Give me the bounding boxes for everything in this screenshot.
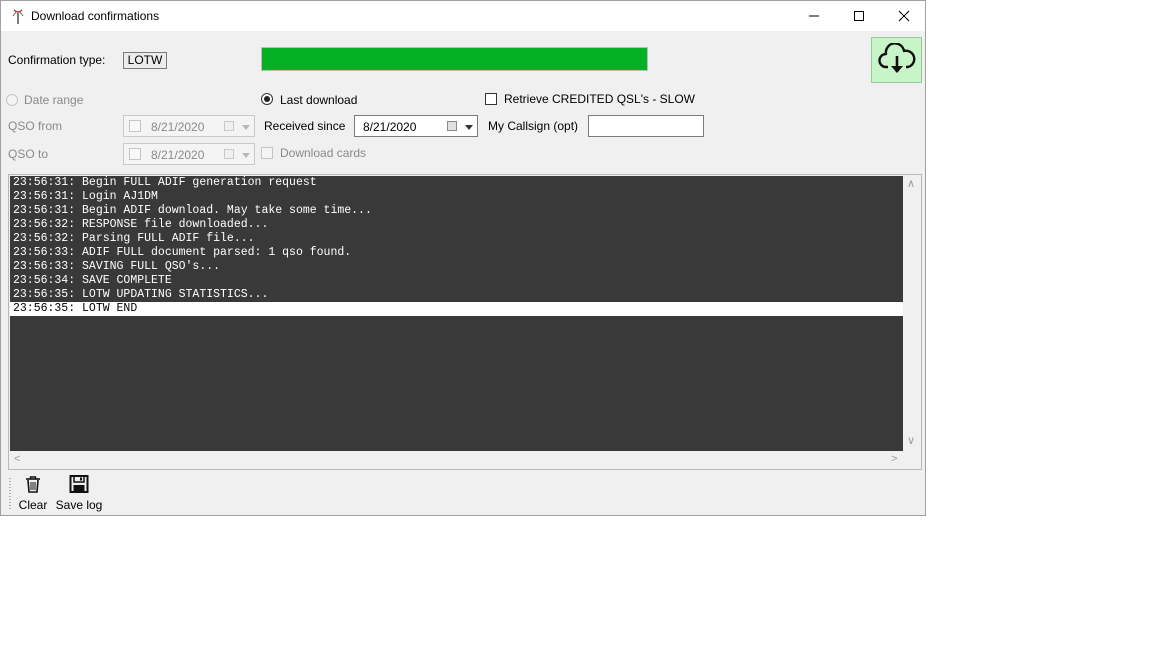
- close-button[interactable]: [881, 1, 927, 31]
- calendar-icon: [447, 121, 457, 131]
- download-cards-checkbox[interactable]: [261, 147, 273, 159]
- log-line[interactable]: 23:56:33: SAVING FULL QSO's...: [10, 260, 903, 274]
- scroll-right-icon[interactable]: >: [891, 454, 897, 465]
- date-range-radio[interactable]: [6, 94, 18, 106]
- qso-to-date-value: 8/21/2020: [151, 148, 205, 162]
- floppy-disk-icon: [69, 475, 89, 493]
- vertical-scrollbar[interactable]: ∧ ∨: [903, 176, 920, 451]
- clear-label: Clear: [18, 498, 48, 512]
- log-line[interactable]: 23:56:32: Parsing FULL ADIF file...: [10, 232, 903, 246]
- cloud-download-icon: [877, 43, 915, 73]
- scroll-left-icon[interactable]: <: [14, 454, 20, 465]
- download-progress-bar: [261, 47, 648, 71]
- log-panel: 23:56:31: Begin FULL ADIF generation req…: [8, 174, 922, 470]
- save-log-label: Save log: [55, 498, 103, 512]
- minimize-button[interactable]: [791, 1, 837, 31]
- calendar-icon: [224, 149, 234, 159]
- close-icon: [898, 10, 910, 22]
- download-confirmations-window: Download confirmations Confirmation type…: [0, 0, 926, 516]
- clear-button[interactable]: Clear: [17, 475, 49, 512]
- download-cards-label: Download cards: [280, 146, 367, 160]
- received-since-date-value: 8/21/2020: [363, 120, 417, 134]
- antenna-icon: [12, 9, 24, 24]
- log-line[interactable]: 23:56:34: SAVE COMPLETE: [10, 274, 903, 288]
- maximize-icon: [854, 11, 864, 21]
- scroll-up-icon[interactable]: ∧: [907, 179, 915, 190]
- toolbar-grip[interactable]: [9, 478, 11, 510]
- date-range-label: Date range: [24, 93, 84, 107]
- log-line[interactable]: 23:56:35: LOTW UPDATING STATISTICS...: [10, 288, 903, 302]
- last-download-label: Last download: [280, 93, 358, 107]
- horizontal-scrollbar[interactable]: < >: [10, 451, 903, 468]
- retrieve-credited-label: Retrieve CREDITED QSL's - SLOW: [504, 92, 695, 106]
- log-line[interactable]: 23:56:35: LOTW END: [10, 302, 903, 316]
- qso-from-date-picker[interactable]: 8/21/2020: [123, 115, 255, 137]
- my-callsign-input[interactable]: [588, 115, 704, 137]
- save-log-button[interactable]: Save log: [55, 475, 103, 512]
- download-progress-fill: [262, 48, 647, 70]
- confirmation-type-label: Confirmation type:: [8, 53, 106, 67]
- minimize-icon: [809, 15, 819, 17]
- maximize-button[interactable]: [836, 1, 882, 31]
- qso-from-date-value: 8/21/2020: [151, 120, 205, 134]
- download-button[interactable]: [871, 37, 922, 83]
- radio-selected-dot: [264, 96, 270, 102]
- dropdown-arrow-icon: [242, 153, 250, 158]
- log-list[interactable]: 23:56:31: Begin FULL ADIF generation req…: [10, 176, 903, 451]
- qso-from-label: QSO from: [8, 119, 63, 133]
- trash-icon: [26, 476, 40, 493]
- log-line[interactable]: 23:56:33: ADIF FULL document parsed: 1 q…: [10, 246, 903, 260]
- title-bar[interactable]: Download confirmations: [1, 1, 925, 31]
- confirmation-type-value: LOTW: [123, 52, 167, 69]
- log-line[interactable]: 23:56:31: Begin FULL ADIF generation req…: [10, 176, 903, 190]
- window-title: Download confirmations: [31, 9, 160, 23]
- received-since-date-picker[interactable]: 8/21/2020: [354, 115, 478, 137]
- qso-from-enable-checkbox[interactable]: [129, 120, 141, 132]
- last-download-radio[interactable]: [261, 93, 273, 105]
- log-line[interactable]: 23:56:31: Begin ADIF download. May take …: [10, 204, 903, 218]
- qso-to-date-picker[interactable]: 8/21/2020: [123, 143, 255, 165]
- qso-to-enable-checkbox[interactable]: [129, 148, 141, 160]
- dropdown-arrow-icon: [242, 125, 250, 130]
- received-since-label: Received since: [264, 119, 346, 133]
- retrieve-credited-checkbox[interactable]: [485, 93, 497, 105]
- scroll-down-icon[interactable]: ∨: [907, 436, 915, 447]
- my-callsign-label: My Callsign (opt): [488, 119, 579, 133]
- calendar-icon: [224, 121, 234, 131]
- log-line[interactable]: 23:56:31: Login AJ1DM: [10, 190, 903, 204]
- log-line[interactable]: 23:56:32: RESPONSE file downloaded...: [10, 218, 903, 232]
- dropdown-arrow-icon: [465, 125, 473, 130]
- qso-to-label: QSO to: [8, 147, 49, 161]
